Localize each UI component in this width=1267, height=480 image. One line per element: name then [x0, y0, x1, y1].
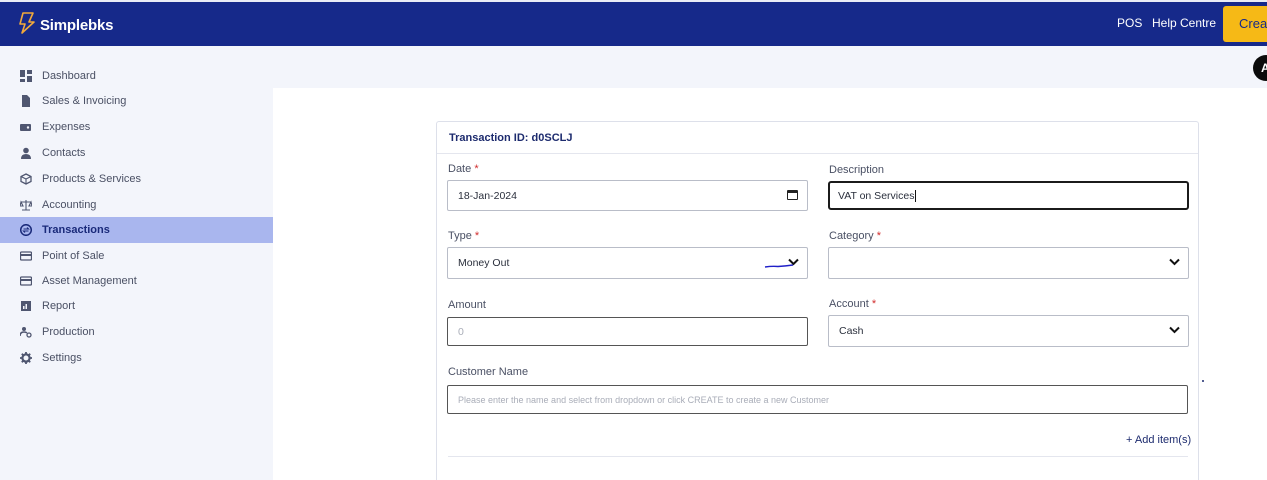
production-icon	[20, 326, 32, 338]
customer-name-placeholder: Please enter the name and select from dr…	[458, 394, 830, 405]
sidebar-item-accounting[interactable]: Accounting	[0, 192, 273, 218]
amount-input[interactable]: 0	[447, 317, 808, 346]
avatar[interactable]: A	[1253, 55, 1267, 81]
exchange-icon	[20, 224, 32, 236]
decorative-dot	[1202, 380, 1204, 382]
chevron-down-icon	[788, 257, 799, 269]
sidebar-item-label: Contacts	[42, 147, 86, 159]
sidebar-item-asset-management[interactable]: Asset Management	[0, 268, 273, 294]
date-label: Date *	[448, 163, 479, 175]
date-value: 18-Jan-2024	[458, 189, 517, 202]
calendar-icon[interactable]	[787, 190, 798, 200]
transaction-form-card: Transaction ID: d0SCLJ	[436, 121, 1199, 480]
card-icon	[20, 250, 32, 262]
dashboard-icon	[20, 70, 32, 82]
sidebar-item-contacts[interactable]: Contacts	[0, 140, 273, 166]
type-value: Money Out	[458, 257, 510, 269]
account-label: Account *	[829, 298, 877, 310]
sidebar-item-label: Asset Management	[42, 275, 137, 287]
help-centre-link[interactable]: Help Centre	[1152, 16, 1216, 30]
brand-name: Simplebks	[40, 17, 114, 34]
category-select[interactable]	[828, 247, 1189, 279]
divider	[448, 456, 1188, 457]
description-label: Description	[829, 164, 885, 176]
amount-placeholder: 0	[458, 325, 464, 338]
report-icon	[20, 300, 32, 312]
sidebar-item-label: Accounting	[42, 199, 97, 211]
account-select[interactable]: Cash	[828, 315, 1189, 347]
user-icon	[20, 147, 32, 159]
gear-icon	[20, 352, 32, 364]
file-icon	[20, 95, 32, 107]
required-marker: *	[474, 230, 480, 242]
sidebar-item-label: Settings	[42, 352, 82, 364]
chevron-down-icon	[1169, 257, 1180, 269]
sidebar-item-label: Transactions	[42, 224, 110, 236]
sidebar-item-label: Production	[42, 326, 95, 338]
brand-logo[interactable]: Simplebks	[18, 12, 113, 39]
chevron-down-icon	[1169, 325, 1180, 337]
sidebar-item-dashboard[interactable]: Dashboard	[0, 63, 273, 89]
sidebar-item-settings[interactable]: Settings	[0, 345, 273, 371]
customer-name-input[interactable]: Please enter the name and select from dr…	[447, 385, 1188, 414]
description-input[interactable]: VAT on Services	[828, 181, 1189, 210]
text-caret	[915, 189, 917, 202]
sidebar-item-sales-invoicing[interactable]: Sales & Invoicing	[0, 88, 273, 114]
type-select[interactable]: Money Out	[447, 247, 808, 279]
add-items-link[interactable]: + Add item(s)	[1126, 434, 1191, 446]
sidebar-item-point-of-sale[interactable]: Point of Sale	[0, 243, 273, 269]
sidebar: Dashboard Sales & Invoicing Expenses Con…	[0, 46, 273, 480]
date-input[interactable]: 18-Jan-2024	[447, 180, 808, 211]
description-value: VAT on Services	[838, 189, 915, 202]
box-icon	[20, 173, 32, 185]
type-label: Type *	[448, 230, 480, 242]
sidebar-item-label: Sales & Invoicing	[42, 95, 127, 107]
sidebar-item-label: Expenses	[42, 121, 91, 133]
sidebar-item-production[interactable]: Production	[0, 319, 273, 345]
sidebar-item-report[interactable]: Report	[0, 293, 273, 319]
required-marker: *	[876, 230, 881, 242]
pos-link[interactable]: POS	[1117, 16, 1142, 30]
sidebar-item-products-services[interactable]: Products & Services	[0, 166, 273, 192]
category-label: Category *	[829, 230, 881, 242]
sidebar-item-label: Point of Sale	[42, 250, 105, 262]
sidebar-item-expenses[interactable]: Expenses	[0, 114, 273, 140]
create-button[interactable]: Creat	[1223, 6, 1267, 42]
customer-name-label: Customer Name	[448, 366, 529, 378]
required-marker: *	[871, 298, 877, 310]
account-value: Cash	[839, 325, 864, 337]
scale-icon	[20, 199, 32, 211]
transaction-id-header: Transaction ID: d0SCLJ	[437, 122, 1198, 154]
required-marker: *	[474, 163, 479, 175]
sidebar-item-label: Products & Services	[42, 173, 142, 185]
amount-label: Amount	[448, 299, 486, 311]
brand-mark-icon	[18, 12, 36, 39]
sidebar-item-transactions[interactable]: Transactions	[0, 217, 273, 243]
card-icon	[20, 275, 32, 287]
sidebar-item-label: Report	[42, 300, 76, 312]
wallet-icon	[20, 121, 32, 133]
top-bar: Simplebks POS Help Centre Creat	[0, 0, 1267, 46]
sidebar-item-label: Dashboard	[42, 70, 96, 82]
